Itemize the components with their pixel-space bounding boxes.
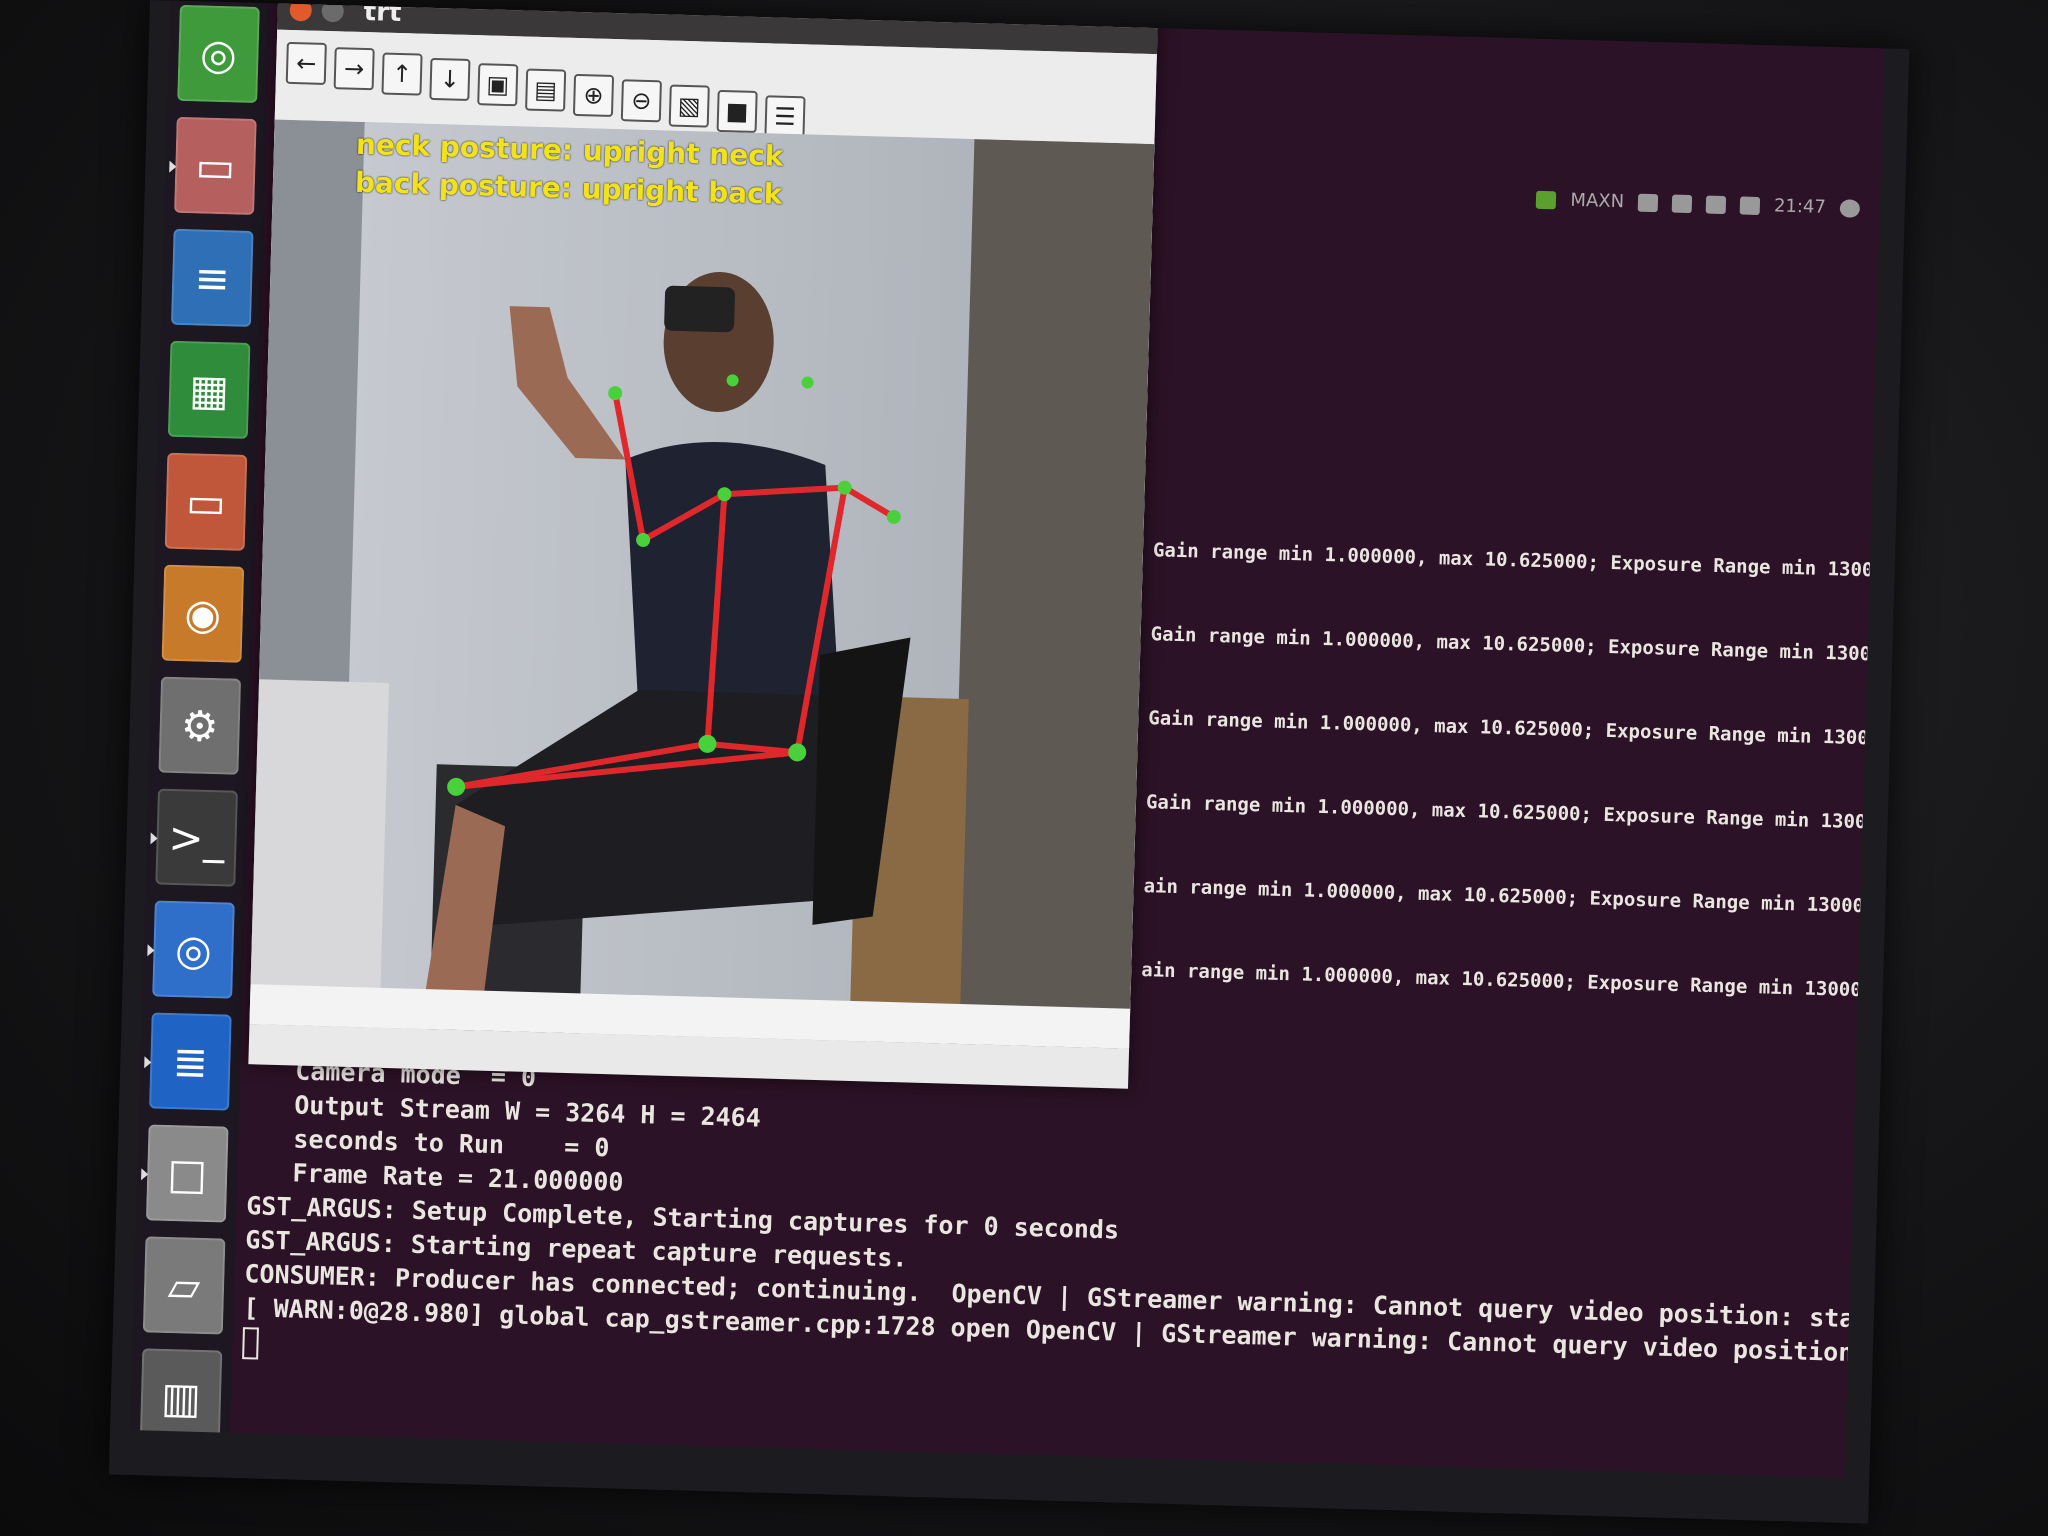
running-indicator <box>150 832 158 845</box>
files-icon: ▭ <box>194 140 236 191</box>
terminal-gain-output: Gain range min 1.000000, max 10.625000; … <box>1140 508 1884 1035</box>
zoom-out-icon: ⊖ <box>630 86 652 116</box>
launcher-item[interactable]: ▥ <box>139 1348 223 1447</box>
launcher-item[interactable]: ▱ <box>142 1236 226 1335</box>
clock[interactable]: 21:47 <box>1774 195 1826 217</box>
software-center-icon: ◉ <box>183 588 222 639</box>
running-indicator <box>144 1056 152 1069</box>
power-mode-label[interactable]: MAXN <box>1570 190 1624 212</box>
arrow-right-icon: → <box>343 54 365 84</box>
drive-icon: ▱ <box>167 1260 201 1311</box>
minimize-window-button[interactable] <box>321 0 345 23</box>
indicator-tray: MAXN 21:47 <box>1536 189 1861 219</box>
desktop-screen: ◎ ▭ ≡ ▦ ▭ ◉ ⚙ >_ ◎ ≣ □ ▱ ▥ MAXN 21:47 Gain range min… <box>130 0 1885 1478</box>
power-icon[interactable] <box>1839 198 1861 218</box>
arrow-up-icon: ↑ <box>391 59 413 89</box>
launcher-item[interactable]: ≣ <box>144 1012 232 1111</box>
launcher-item[interactable]: □ <box>141 1124 229 1223</box>
arrow-right-button[interactable]: → <box>333 47 375 91</box>
chromium-icon: ◎ <box>174 924 213 975</box>
launcher-item[interactable]: ▭ <box>169 116 257 215</box>
properties-icon: ☰ <box>773 102 797 132</box>
terminal-cursor[interactable] <box>242 1327 259 1360</box>
arrow-left-icon: ← <box>295 49 317 78</box>
display-icon: □ <box>166 1148 208 1199</box>
system-settings-icon: ⚙ <box>180 700 220 751</box>
camera-frame: neck posture: upright neck back posture:… <box>249 119 1155 1049</box>
arrow-left-button[interactable]: ← <box>285 41 327 85</box>
zoom-in-button[interactable]: ⊕ <box>572 73 615 117</box>
text-editor-icon: ≣ <box>172 1036 209 1087</box>
zoom-fit-button[interactable]: ▣ <box>477 63 519 107</box>
save-image-icon: ▤ <box>533 75 558 105</box>
launcher-item[interactable]: ⚙ <box>158 676 242 775</box>
arrow-down-button[interactable]: ↓ <box>429 57 471 101</box>
zoom-in-icon: ⊕ <box>583 81 604 110</box>
trash-icon: ▥ <box>160 1372 202 1423</box>
impress-icon: ▭ <box>185 476 227 527</box>
copy-icon: ▧ <box>677 91 701 121</box>
launcher-item[interactable]: ◉ <box>161 564 245 663</box>
properties-button[interactable]: ☰ <box>764 95 806 139</box>
window-title: trt <box>363 0 402 29</box>
volume-icon[interactable] <box>1739 195 1761 215</box>
zoom-out-button[interactable]: ⊖ <box>620 79 662 123</box>
launcher-item[interactable]: ◎ <box>177 4 260 104</box>
running-indicator <box>141 1168 149 1181</box>
arrow-up-button[interactable]: ↑ <box>381 52 423 96</box>
running-indicator <box>169 160 177 173</box>
fullscreen-icon: ■ <box>725 97 749 126</box>
copy-button[interactable]: ▧ <box>668 84 710 128</box>
ubuntu-dash-icon: ◎ <box>199 28 238 79</box>
running-indicator <box>147 944 155 957</box>
launcher-item[interactable]: ▭ <box>164 452 248 551</box>
calc-icon: ▦ <box>188 364 230 415</box>
save-image-button[interactable]: ▤ <box>525 68 567 112</box>
launcher-item[interactable]: ≡ <box>170 228 254 327</box>
keyboard-icon[interactable] <box>1671 194 1693 213</box>
bluetooth-icon[interactable] <box>1705 195 1727 214</box>
launcher-item[interactable]: >_ <box>150 788 238 887</box>
arrow-down-icon: ↓ <box>439 65 461 94</box>
zoom-fit-icon: ▣ <box>486 70 510 100</box>
monitor: ◎ ▭ ≡ ▦ ▭ ◉ ⚙ >_ ◎ ≣ □ ▱ ▥ MAXN 21:47 Gain range min… <box>108 0 1910 1524</box>
launcher-item[interactable]: ▦ <box>167 340 251 439</box>
close-window-button[interactable] <box>289 0 313 22</box>
skeleton-overlay <box>447 374 901 796</box>
terminal-bottom-output: Camera mode = 0 Output Stream W = 3264 H… <box>242 1053 1884 1418</box>
trt-window: trt ← → ↑ ↓ ▣ ▤ ⊕ ⊖ ▧ ■ ☰ neck posture: … <box>248 0 1158 1089</box>
nvidia-icon[interactable] <box>1536 190 1557 209</box>
writer-icon: ≡ <box>193 252 231 303</box>
launcher-item[interactable]: ◎ <box>147 900 235 999</box>
network-icon[interactable] <box>1637 193 1659 212</box>
fullscreen-button[interactable]: ■ <box>716 89 758 133</box>
terminal-icon: >_ <box>167 812 226 863</box>
